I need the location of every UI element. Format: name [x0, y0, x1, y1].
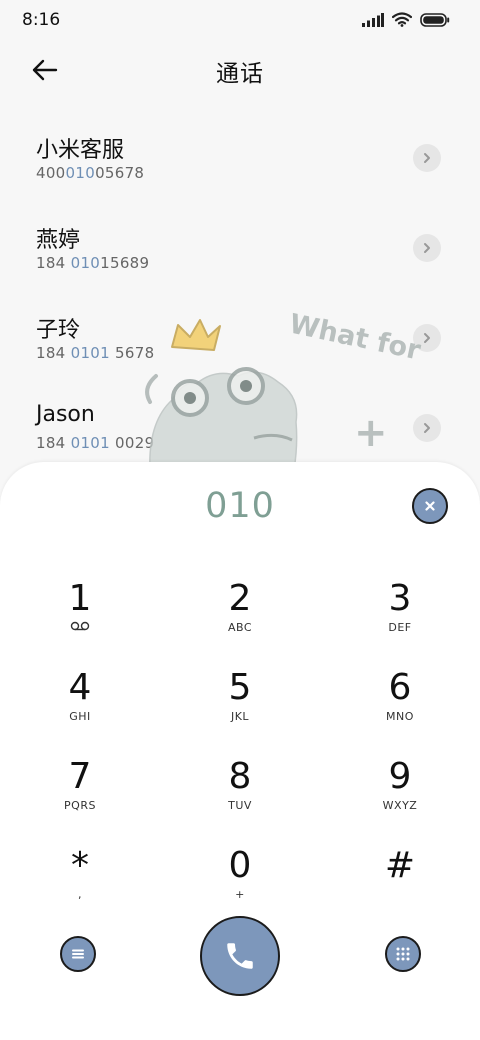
dialpad-panel: 010 1 2 ABC 3 DEF 4 GHI 5 JKL 6 MNO 7 PQ… [0, 462, 480, 1040]
key-5[interactable]: 5 JKL [180, 669, 300, 749]
menu-button[interactable] [60, 936, 96, 972]
chevron-right-icon [424, 243, 430, 253]
key-digit: 7 [68, 756, 92, 797]
key-3[interactable]: 3 DEF [340, 580, 460, 660]
status-icons [362, 12, 450, 27]
contact-list: 小米客服 40001005678 燕婷 184 01015689 子玲 184 … [0, 122, 480, 482]
contact-number: 184 0101 5678 [36, 344, 155, 362]
key-1[interactable]: 1 [20, 580, 140, 660]
keypad-icon [396, 947, 410, 961]
contact-number: 184 01015689 [36, 254, 150, 272]
key-star[interactable]: * , [20, 847, 140, 927]
key-hash[interactable]: # [340, 847, 460, 927]
key-letters [340, 888, 460, 902]
key-digit: # [384, 845, 416, 886]
menu-icon [72, 949, 84, 959]
contact-number: 184 0101 0029 [36, 434, 155, 452]
chevron-right-icon [424, 333, 430, 343]
key-letters: TUV [228, 799, 252, 812]
key-letters: DEF [388, 621, 412, 634]
contact-item[interactable]: 小米客服 40001005678 [0, 122, 480, 212]
key-4[interactable]: 4 GHI [20, 669, 140, 749]
contact-name: 小米客服 [36, 138, 125, 163]
status-bar: 8:16 [0, 0, 480, 40]
contact-item[interactable]: 燕婷 184 01015689 [0, 212, 480, 302]
contact-detail-button[interactable] [413, 144, 441, 172]
key-0[interactable]: 0 + [180, 847, 300, 927]
contact-detail-button[interactable] [413, 324, 441, 352]
key-digit: 0 [228, 845, 252, 886]
key-letters: ABC [227, 621, 253, 634]
contact-name: 子玲 [36, 318, 81, 343]
key-letters: GHI [69, 710, 91, 723]
contact-detail-button[interactable] [413, 234, 441, 262]
dialed-number-display: 010 [205, 486, 275, 526]
chevron-right-icon [424, 423, 430, 433]
wifi-icon [392, 12, 412, 27]
key-digit: 5 [228, 667, 252, 708]
battery-icon [420, 12, 450, 27]
clear-button[interactable] [412, 488, 448, 524]
chevron-right-icon [424, 153, 430, 163]
contact-number: 40001005678 [36, 164, 145, 182]
key-letters: JKL [230, 710, 250, 723]
key-letters: + [235, 888, 245, 901]
key-8[interactable]: 8 TUV [180, 758, 300, 838]
clear-icon [425, 501, 435, 511]
call-button[interactable] [200, 916, 280, 996]
key-digit: 2 [228, 578, 252, 619]
key-letters: PQRS [64, 799, 96, 812]
header: 通话 [0, 48, 480, 92]
key-digit: 1 [68, 578, 92, 619]
key-digit: 3 [388, 578, 412, 619]
page-title: 通话 [216, 61, 264, 87]
key-digit: 8 [228, 756, 252, 797]
contact-item[interactable]: 子玲 184 0101 5678 [0, 302, 480, 392]
key-6[interactable]: 6 MNO [340, 669, 460, 749]
status-time: 8:16 [22, 10, 61, 30]
key-digit: 6 [388, 667, 412, 708]
phone-icon [227, 943, 253, 969]
key-9[interactable]: 9 WXYZ [340, 758, 460, 838]
signal-icon [362, 12, 384, 27]
keypad-button[interactable] [385, 936, 421, 972]
key-digit: * [71, 845, 89, 886]
key-digit: 4 [68, 667, 92, 708]
contact-name: Jason [36, 402, 95, 427]
key-letters: WXYZ [382, 799, 418, 812]
key-letters: MNO [386, 710, 414, 723]
key-2[interactable]: 2 ABC [180, 580, 300, 660]
key-digit: 9 [388, 756, 412, 797]
key-7[interactable]: 7 PQRS [20, 758, 140, 838]
contact-name: 燕婷 [36, 228, 81, 253]
voicemail-icon [20, 621, 140, 635]
contact-detail-button[interactable] [413, 414, 441, 442]
key-letters: , [78, 888, 82, 901]
